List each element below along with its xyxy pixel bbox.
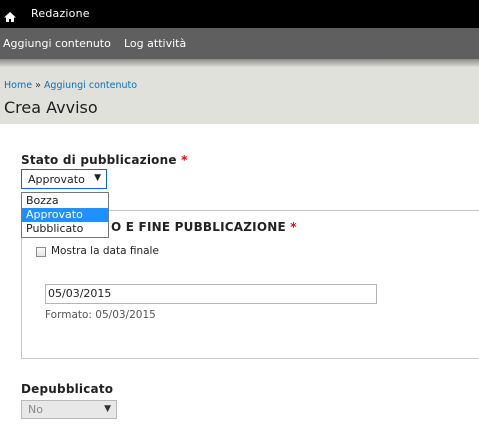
toolbar-tray: Aggiungi contenuto Log attività xyxy=(0,28,479,59)
publication-dates-legend: O E FINE PUBBLICAZIONE * xyxy=(111,220,297,234)
status-option-bozza[interactable]: Bozza xyxy=(22,194,108,208)
required-marker: * xyxy=(290,220,297,234)
publication-dates-legend-text: O E FINE PUBBLICAZIONE xyxy=(111,220,286,234)
status-option-approvato[interactable]: Approvato xyxy=(22,208,108,222)
admin-toolbar: Redazione xyxy=(0,0,479,28)
show-end-date-label[interactable]: Mostra la data finale xyxy=(51,245,159,257)
unpublished-select: No ▼ xyxy=(21,400,117,419)
status-label-text: Stato di pubblicazione xyxy=(21,153,177,167)
show-end-date-checkbox[interactable] xyxy=(36,247,46,257)
date-format-hint: Formato: 05/03/2015 xyxy=(45,309,156,321)
toolbar-redazione-link[interactable]: Redazione xyxy=(31,7,90,20)
add-content-link[interactable]: Aggiungi contenuto xyxy=(3,37,111,50)
status-option-pubblicato[interactable]: Pubblicato xyxy=(22,222,108,236)
page-title: Crea Avviso xyxy=(4,98,98,117)
breadcrumb-separator: » xyxy=(35,80,41,91)
status-select[interactable]: Approvato ▼ xyxy=(21,169,107,189)
breadcrumb-home-link[interactable]: Home xyxy=(4,80,32,91)
dropdown-arrow-icon: ▼ xyxy=(104,404,111,414)
tray-shadow xyxy=(0,59,479,67)
home-icon[interactable] xyxy=(4,8,16,22)
activity-log-link[interactable]: Log attività xyxy=(124,37,186,50)
start-date-input[interactable]: 05/03/2015 xyxy=(45,284,377,304)
status-dropdown-list: Bozza Approvato Pubblicato xyxy=(21,192,109,238)
required-marker: * xyxy=(181,153,188,167)
unpublished-label: Depubblicato xyxy=(21,382,114,396)
breadcrumb: Home » Aggiungi contenuto xyxy=(4,80,137,91)
page-header: Home » Aggiungi contenuto Crea Avviso xyxy=(0,67,479,124)
status-select-value: Approvato xyxy=(28,173,85,186)
dropdown-arrow-icon: ▼ xyxy=(94,173,101,183)
breadcrumb-add-content-link[interactable]: Aggiungi contenuto xyxy=(44,80,137,91)
unpublished-select-value: No xyxy=(28,403,43,416)
status-label: Stato di pubblicazione * xyxy=(21,153,188,167)
